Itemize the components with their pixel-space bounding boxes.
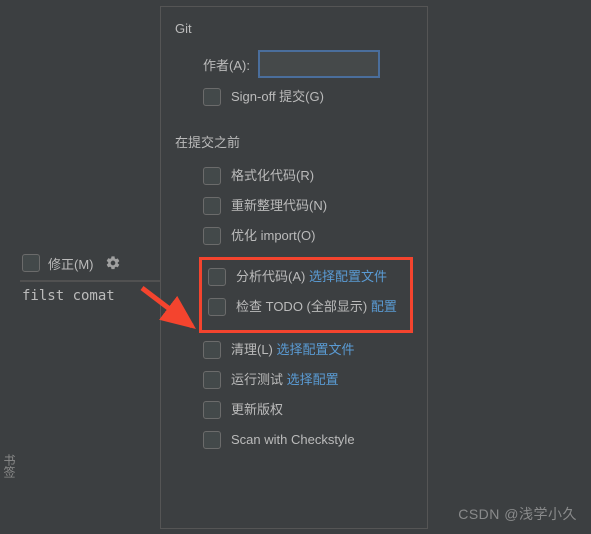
signoff-option[interactable]: Sign-off 提交(G) <box>203 88 413 106</box>
cleanup-option[interactable]: 清理(L) 选择配置文件 <box>203 341 413 359</box>
signoff-checkbox[interactable] <box>203 88 221 106</box>
check-todo-option[interactable]: 检查 TODO (全部显示) 配置 <box>208 298 404 316</box>
scan-checkstyle-option[interactable]: Scan with Checkstyle <box>203 431 413 449</box>
run-tests-option[interactable]: 运行测试 选择配置 <box>203 371 413 389</box>
bookmarks-tab[interactable]: 书签 <box>0 454 18 478</box>
check-todo-link[interactable]: 配置 <box>371 299 397 314</box>
update-copyright-label: 更新版权 <box>231 401 283 419</box>
amend-checkbox[interactable] <box>22 254 40 272</box>
format-code-checkbox[interactable] <box>203 167 221 185</box>
format-code-label: 格式化代码(R) <box>231 167 314 185</box>
check-todo-checkbox[interactable] <box>208 298 226 316</box>
optimize-imports-checkbox[interactable] <box>203 227 221 245</box>
analyze-code-option[interactable]: 分析代码(A) 选择配置文件 <box>208 268 404 286</box>
author-input[interactable] <box>258 50 380 78</box>
run-tests-label: 运行测试 选择配置 <box>231 371 339 389</box>
format-code-option[interactable]: 格式化代码(R) <box>203 167 413 185</box>
scan-checkstyle-checkbox[interactable] <box>203 431 221 449</box>
rearrange-code-option[interactable]: 重新整理代码(N) <box>203 197 413 215</box>
cleanup-checkbox[interactable] <box>203 341 221 359</box>
analyze-code-text: 分析代码(A) <box>236 269 305 284</box>
before-commit-header: 在提交之前 <box>175 132 413 151</box>
run-tests-checkbox[interactable] <box>203 371 221 389</box>
cleanup-label: 清理(L) 选择配置文件 <box>231 341 355 359</box>
cleanup-text: 清理(L) <box>231 342 273 357</box>
commit-options-popup: Git 作者(A): Sign-off 提交(G) 在提交之前 格式化代码(R)… <box>160 6 428 529</box>
update-copyright-option[interactable]: 更新版权 <box>203 401 413 419</box>
run-tests-link[interactable]: 选择配置 <box>287 372 339 387</box>
watermark: CSDN @浅学小久 <box>458 504 577 524</box>
run-tests-text: 运行测试 <box>231 372 283 387</box>
highlight-annotation: 分析代码(A) 选择配置文件 检查 TODO (全部显示) 配置 <box>199 257 413 333</box>
cleanup-link[interactable]: 选择配置文件 <box>277 342 355 357</box>
signoff-label: Sign-off 提交(G) <box>231 88 324 106</box>
rearrange-code-checkbox[interactable] <box>203 197 221 215</box>
gear-icon[interactable] <box>102 252 124 274</box>
commit-message-preview[interactable]: filst comat <box>20 282 160 310</box>
commit-left-panel: 修正(M) filst comat <box>20 248 160 310</box>
check-todo-label: 检查 TODO (全部显示) 配置 <box>236 298 397 316</box>
analyze-code-link[interactable]: 选择配置文件 <box>309 269 387 284</box>
author-field-row: 作者(A): <box>203 50 413 78</box>
commit-toolbar: 修正(M) <box>20 248 160 282</box>
rearrange-code-label: 重新整理代码(N) <box>231 197 327 215</box>
optimize-imports-option[interactable]: 优化 import(O) <box>203 227 413 245</box>
update-copyright-checkbox[interactable] <box>203 401 221 419</box>
optimize-imports-label: 优化 import(O) <box>231 227 316 245</box>
author-label: 作者(A): <box>203 55 250 74</box>
analyze-code-checkbox[interactable] <box>208 268 226 286</box>
check-todo-text: 检查 TODO (全部显示) <box>236 299 367 314</box>
scan-checkstyle-label: Scan with Checkstyle <box>231 431 355 449</box>
analyze-code-label: 分析代码(A) 选择配置文件 <box>236 268 387 286</box>
amend-label: 修正(M) <box>48 254 94 273</box>
git-section-header: Git <box>175 21 413 36</box>
